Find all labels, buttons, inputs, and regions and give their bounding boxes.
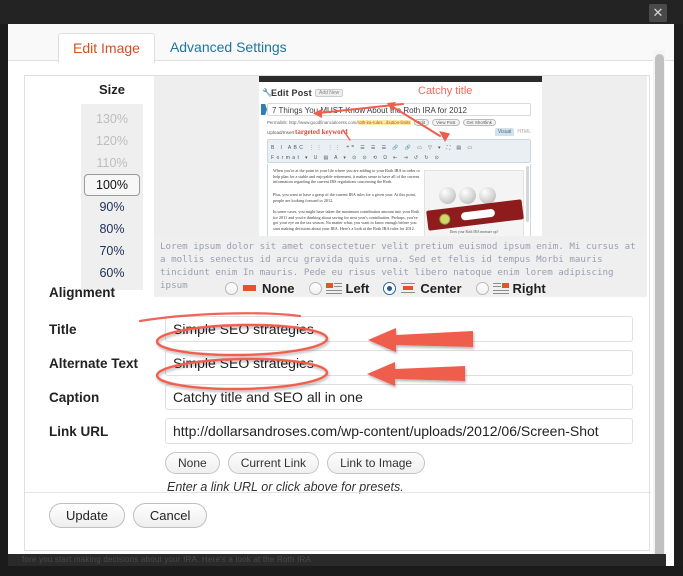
level-slot bbox=[460, 208, 496, 221]
alternate-text-row: Alternate Text Simple SEO strategies bbox=[25, 350, 651, 380]
alignment-none-label: None bbox=[262, 281, 295, 296]
image-details-form: Alignment None Left Center Right Title S… bbox=[25, 281, 651, 504]
update-button[interactable]: Update bbox=[49, 503, 125, 528]
title-input[interactable]: Simple SEO strategies bbox=[165, 316, 633, 342]
alignment-left-label: Left bbox=[345, 281, 370, 296]
align-left-icon bbox=[325, 282, 342, 295]
radio-right[interactable] bbox=[475, 282, 489, 295]
alignment-row: Alignment None Left Center Right bbox=[25, 281, 651, 307]
link-url-label: Link URL bbox=[49, 424, 109, 439]
cancel-button[interactable]: Cancel bbox=[132, 503, 208, 528]
size-option-120: 120% bbox=[96, 134, 128, 148]
wp-page-heading: Edit Post bbox=[271, 88, 312, 98]
tab-bar: Edit Image Advanced Settings bbox=[8, 24, 674, 63]
link-url-input[interactable]: http://dollarsandroses.com/wp-content/up… bbox=[165, 418, 633, 444]
wp-post-title-field: 7 Things You MUST Know About the Roth IR… bbox=[267, 103, 531, 116]
level-bubble bbox=[438, 213, 451, 226]
spirit-level-icon bbox=[426, 199, 524, 231]
alignment-option-left[interactable]: Left bbox=[308, 281, 370, 296]
radio-center[interactable] bbox=[383, 282, 397, 295]
link-preset-current-link-button[interactable]: Current Link bbox=[227, 452, 320, 474]
background-page-text: fore you start making decisions about yo… bbox=[8, 554, 666, 566]
caption-row: Caption Catchy title and SEO all in one bbox=[25, 384, 651, 414]
wp-visual-tab: Visual bbox=[494, 128, 515, 136]
wp-admin-body: 🔧 Edit Post Add New 7 Things You MUST Kn… bbox=[259, 82, 542, 246]
wp-editor-toolbar: B I ABC ⋮⋮ ⋮⋮ ❝❞ ☰ ☰ ☰ 🔗 🔗 ▭ ▽ ▾ ⛶ ▤ ▭ F… bbox=[267, 139, 531, 163]
wp-upload-insert-label: Upload/Insert bbox=[267, 130, 295, 135]
link-presets-row: None Current Link Link to Image bbox=[25, 452, 651, 478]
alternate-text-label: Alternate Text bbox=[49, 356, 139, 371]
wp-permalink-row: Permalink: http://www.goodfinancialcents… bbox=[267, 119, 496, 126]
title-row: Title Simple SEO strategies bbox=[25, 316, 651, 346]
tab-advanced-settings[interactable]: Advanced Settings bbox=[155, 32, 302, 62]
align-center-icon bbox=[400, 282, 416, 295]
alignment-label: Alignment bbox=[49, 285, 115, 300]
modal-title-bar bbox=[0, 0, 683, 24]
wp-paragraph-3: In some cases, you might have taken the … bbox=[273, 209, 420, 231]
ball-icon-1 bbox=[439, 187, 456, 204]
wp-permalink-prefix: Permalink: http://www.goodfinancialcents… bbox=[267, 120, 358, 125]
desktop-bottom-edge bbox=[0, 566, 683, 576]
ball-icon-3 bbox=[479, 187, 496, 204]
close-icon[interactable]: ✕ bbox=[649, 4, 667, 22]
embedded-screenshot: 🔧 Edit Post Add New 7 Things You MUST Kn… bbox=[259, 76, 542, 246]
desktop-left-edge bbox=[0, 0, 8, 576]
align-right-icon bbox=[492, 282, 509, 295]
wp-edit-slug-button: Edit bbox=[413, 119, 430, 126]
alignment-option-none[interactable]: None bbox=[225, 281, 295, 296]
radio-none[interactable] bbox=[225, 282, 238, 295]
link-preset-none-button[interactable]: None bbox=[165, 452, 220, 474]
size-option-100[interactable]: 100% bbox=[84, 174, 140, 196]
wp-html-tab: HTML bbox=[517, 129, 531, 135]
radio-left[interactable] bbox=[308, 282, 322, 295]
align-none-icon bbox=[242, 282, 258, 295]
wp-permalink-slug: roth-ira-rules...ibution-limits bbox=[357, 120, 411, 125]
wp-editor-content: When you're at the point in your life wh… bbox=[267, 164, 531, 246]
modal-footer: Update Cancel bbox=[25, 492, 651, 528]
wp-editor-mode-tabs: Visual HTML bbox=[494, 128, 534, 136]
wp-toolbar-row-1: B I ABC ⋮⋮ ⋮⋮ ❝❞ ☰ ☰ ☰ 🔗 🔗 ▭ ▽ ▾ ⛶ ▤ ▭ bbox=[271, 145, 475, 151]
size-option-130: 130% bbox=[96, 112, 128, 126]
wp-image-caption: Does your Roth IRA measure up? bbox=[449, 230, 499, 234]
size-option-list: 130% 120% 110% 100% 90% 80% 70% 60% bbox=[81, 104, 143, 290]
targeted-keyword-annotation: targeted keyword bbox=[295, 128, 348, 136]
size-option-90[interactable]: 90% bbox=[81, 196, 143, 218]
edit-image-panel: Size 130% 120% 110% 100% 90% 80% 70% 60% bbox=[24, 75, 651, 551]
link-preset-link-to-image-button[interactable]: Link to Image bbox=[327, 452, 426, 474]
title-label: Title bbox=[49, 322, 77, 337]
wp-post-title-value: 7 Things You MUST Know About the Roth IR… bbox=[272, 106, 467, 115]
wp-paragraph-2: Plus, you want to have a grasp of the cu… bbox=[273, 192, 416, 203]
wp-get-shortlink-button: Get Shortlink bbox=[462, 119, 496, 126]
wp-view-post-button: View Post bbox=[432, 119, 460, 126]
caption-label: Caption bbox=[49, 390, 100, 405]
link-url-row: Link URL http://dollarsandroses.com/wp-c… bbox=[25, 418, 651, 448]
catchy-title-annotation: Catchy title bbox=[418, 85, 473, 97]
size-option-80[interactable]: 80% bbox=[81, 218, 143, 240]
alignment-center-label: Center bbox=[420, 281, 462, 296]
wp-paragraph-1: When you're at the point in your life wh… bbox=[273, 168, 420, 185]
screenshot-root: ✕ Edit Image Advanced Settings Size 130%… bbox=[0, 0, 683, 576]
alignment-option-right[interactable]: Right bbox=[475, 281, 546, 296]
wp-add-new-button: Add New bbox=[315, 89, 344, 97]
size-selector: Size 130% 120% 110% 100% 90% 80% 70% 60% bbox=[81, 76, 143, 290]
wp-editor-scrollbar bbox=[526, 166, 529, 222]
alternate-text-input[interactable]: Simple SEO strategies bbox=[165, 350, 633, 376]
ball-icon-2 bbox=[459, 187, 476, 204]
alignment-right-label: Right bbox=[512, 281, 546, 296]
size-option-70[interactable]: 70% bbox=[81, 240, 143, 262]
scrollbar-thumb[interactable] bbox=[655, 54, 664, 566]
wp-toolbar-row-2: Format ▾ U ▤ A ▾ ⊙ ⊙ ⟲ Ω ⇤ ⇥ ↺ ↻ ⊙ bbox=[271, 155, 442, 161]
size-option-110: 110% bbox=[96, 156, 128, 170]
size-heading: Size bbox=[98, 82, 125, 97]
wp-inline-image: Does your Roth IRA measure up? bbox=[424, 170, 524, 238]
edit-image-modal: Edit Image Advanced Settings Size 130% 1… bbox=[8, 24, 674, 566]
caption-input[interactable]: Catchy title and SEO all in one bbox=[165, 384, 633, 410]
image-preview: 🔧 Edit Post Add New 7 Things You MUST Kn… bbox=[154, 76, 647, 254]
tab-edit-image[interactable]: Edit Image bbox=[58, 33, 155, 63]
alignment-option-center[interactable]: Center bbox=[383, 281, 462, 296]
